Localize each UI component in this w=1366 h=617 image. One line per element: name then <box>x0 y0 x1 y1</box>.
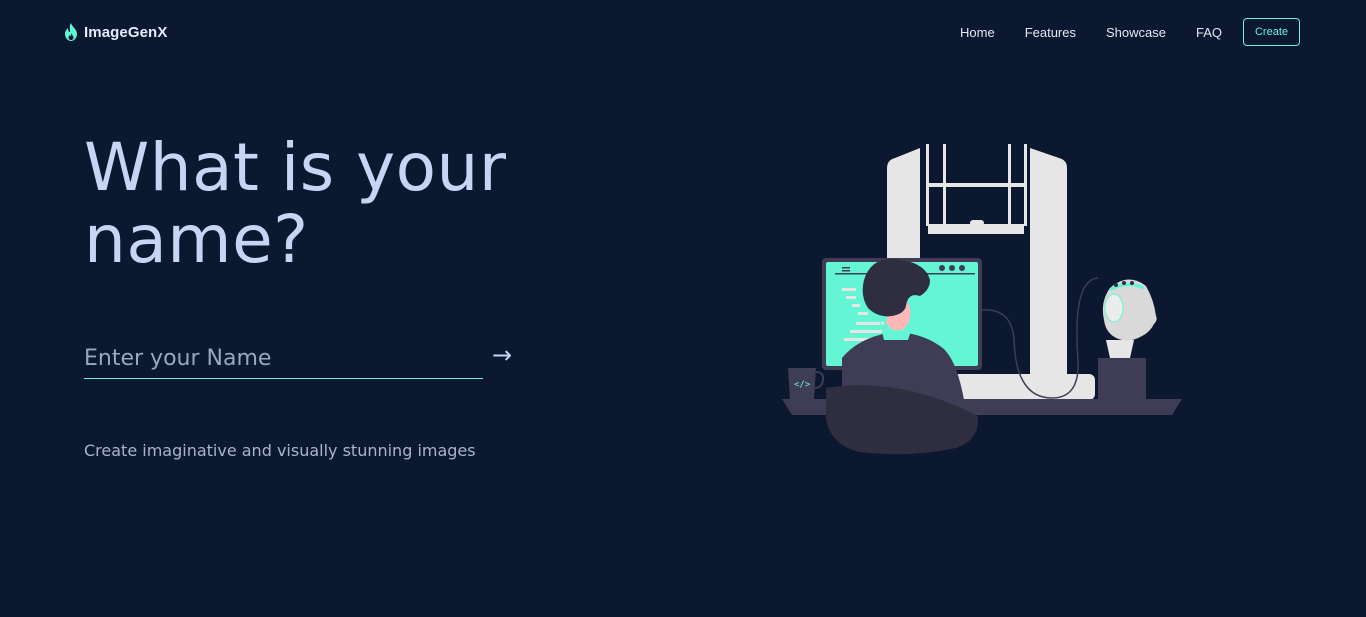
hero-tagline: Create imaginative and visually stunning… <box>84 441 476 460</box>
mug: </> <box>788 368 825 400</box>
brand-logo[interactable]: ImageGenX <box>64 20 167 44</box>
arrow-right-icon[interactable]: → <box>487 340 517 370</box>
nav-link-showcase[interactable]: Showcase <box>1106 25 1166 40</box>
brand-name: ImageGenX <box>84 23 168 41</box>
nav-link-home[interactable]: Home <box>960 25 995 40</box>
name-form: → <box>84 338 524 380</box>
nav-link-features[interactable]: Features <box>1025 25 1076 40</box>
nav-link-faq[interactable]: FAQ <box>1196 25 1222 40</box>
svg-text:</>: </> <box>794 380 811 390</box>
mannequin-head <box>1098 279 1157 400</box>
create-button[interactable]: Create <box>1243 18 1300 46</box>
landing-page: ImageGenX Home Features Showcase FAQ Cre… <box>0 0 1366 617</box>
hero-title: What is your name? <box>84 129 507 278</box>
flame-icon <box>65 23 77 41</box>
illustration-person-at-computer: </> <box>782 144 1182 455</box>
main-nav: Home Features Showcase FAQ Create <box>960 17 1300 47</box>
name-input[interactable] <box>84 338 483 379</box>
